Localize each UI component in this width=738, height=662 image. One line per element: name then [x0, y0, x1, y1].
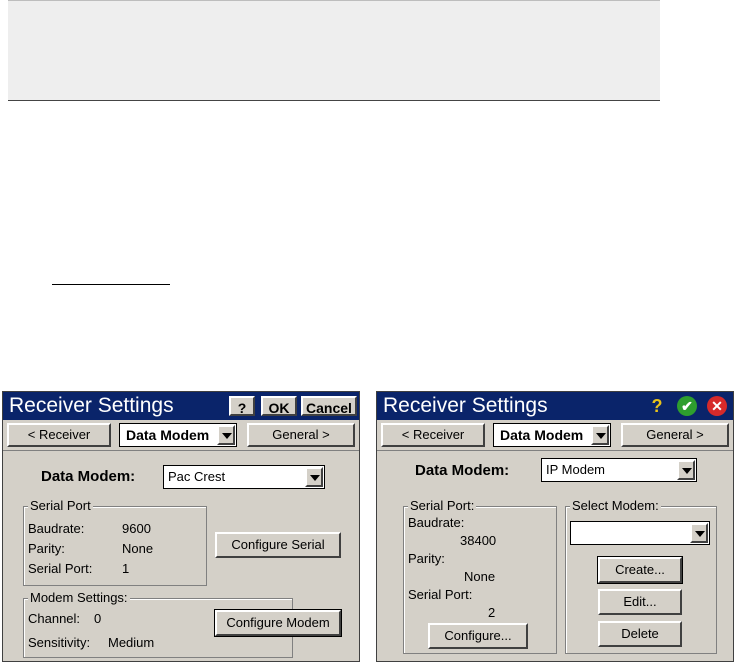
top-gray-box	[8, 0, 660, 101]
baudrate-label: Baudrate:	[408, 515, 465, 530]
tab-data-modem-label: Data Modem	[500, 427, 584, 443]
cancel-button[interactable]: Cancel	[301, 396, 357, 416]
close-icon[interactable]: ✕	[707, 396, 727, 416]
data-modem-label: Data Modem:	[41, 468, 136, 485]
serial-port-value: 1	[122, 561, 130, 576]
help-button[interactable]: ?	[229, 396, 255, 416]
tab-general[interactable]: General >	[247, 423, 355, 447]
serial-port-group-label: Serial Port:	[408, 498, 477, 513]
channel-value: 0	[94, 611, 102, 626]
chevron-down-icon[interactable]	[305, 467, 323, 487]
serial-port-value: 2	[488, 605, 496, 620]
parity-value: None	[122, 541, 154, 556]
ok-icon[interactable]: ✔	[677, 396, 697, 416]
underline-rule	[52, 284, 170, 285]
tab-general[interactable]: General >	[621, 423, 729, 447]
select-modem-group: Select Modem: Create... Edit... Delete	[565, 498, 717, 654]
parity-value: None	[464, 569, 496, 584]
title-bar: Receiver Settings ? OK Cancel	[3, 392, 359, 420]
modem-settings-group-label: Modem Settings:	[28, 590, 130, 605]
baudrate-value: 38400	[460, 533, 497, 548]
receiver-settings-window-left: Receiver Settings ? OK Cancel < Receiver…	[2, 391, 360, 662]
ok-button[interactable]: OK	[261, 396, 297, 416]
data-modem-value: Pac Crest	[168, 469, 226, 484]
data-modem-label: Data Modem:	[415, 462, 510, 479]
configure-button[interactable]: Configure...	[428, 623, 528, 649]
tab-data-modem[interactable]: Data Modem	[119, 423, 237, 447]
tab-row: < Receiver Data Modem General >	[3, 420, 359, 451]
configure-serial-button[interactable]: Configure Serial	[215, 532, 341, 558]
create-button[interactable]: Create...	[597, 556, 683, 584]
baudrate-value: 9600	[122, 521, 151, 536]
delete-button[interactable]: Delete	[598, 621, 682, 647]
sensitivity-label: Sensitivity:	[28, 635, 91, 650]
help-icon[interactable]: ?	[647, 396, 667, 416]
data-modem-select[interactable]: IP Modem	[541, 458, 697, 482]
chevron-down-icon[interactable]	[690, 523, 708, 543]
window-title: Receiver Settings	[9, 394, 174, 417]
parity-label: Parity:	[28, 541, 65, 556]
configure-modem-button[interactable]: Configure Modem	[214, 609, 342, 637]
serial-port-group: Serial Port Baudrate: 9600 Parity: None …	[23, 498, 207, 586]
edit-button[interactable]: Edit...	[598, 589, 682, 615]
tab-data-modem[interactable]: Data Modem	[493, 423, 611, 447]
serial-port-label: Serial Port:	[28, 561, 93, 576]
receiver-settings-window-right: Receiver Settings ? ✔ ✕ < Receiver Data …	[376, 391, 734, 662]
chevron-down-icon[interactable]	[677, 460, 695, 480]
sensitivity-value: Medium	[108, 635, 155, 650]
data-modem-value: IP Modem	[546, 462, 606, 477]
chevron-down-icon[interactable]	[591, 425, 609, 445]
tab-row: < Receiver Data Modem General >	[377, 420, 733, 451]
baudrate-label: Baudrate:	[28, 521, 85, 536]
window-title: Receiver Settings	[383, 394, 548, 417]
title-bar: Receiver Settings ? ✔ ✕	[377, 392, 733, 420]
tab-receiver[interactable]: < Receiver	[381, 423, 485, 447]
serial-port-group: Serial Port: Baudrate: 38400 Parity: Non…	[403, 498, 557, 654]
chevron-down-icon[interactable]	[217, 425, 235, 445]
data-modem-select[interactable]: Pac Crest	[163, 465, 325, 489]
tab-receiver[interactable]: < Receiver	[7, 423, 111, 447]
serial-port-group-label: Serial Port	[28, 498, 93, 513]
select-modem-group-label: Select Modem:	[570, 498, 661, 513]
select-modem-dropdown[interactable]	[570, 521, 710, 545]
parity-label: Parity:	[408, 551, 445, 566]
tab-data-modem-label: Data Modem	[126, 427, 210, 443]
channel-label: Channel:	[28, 611, 81, 626]
serial-port-label: Serial Port:	[408, 587, 473, 602]
